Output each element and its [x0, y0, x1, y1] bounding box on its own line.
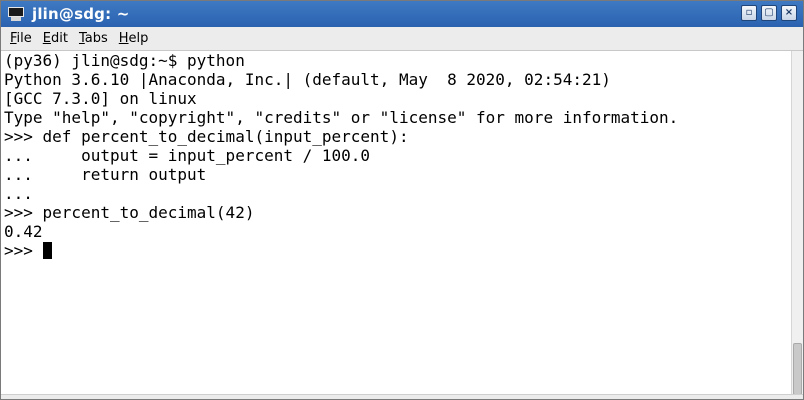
terminal-prompt-line[interactable]: >>> — [4, 241, 789, 260]
terminal-icon — [7, 7, 25, 21]
minimize-icon: ▫ — [745, 7, 753, 18]
terminal-line: Python 3.6.10 |Anaconda, Inc.| (default,… — [4, 70, 611, 89]
text-cursor — [42, 242, 52, 259]
terminal-line: ... output = input_percent / 100.0 — [4, 146, 371, 165]
window-bottom-border — [1, 394, 803, 399]
terminal-window: jlin@sdg: ~ ▫ ▢ × File Edit Tabs Help (p… — [0, 0, 804, 400]
window-title: jlin@sdg: ~ — [32, 5, 130, 23]
menu-bar: File Edit Tabs Help — [1, 27, 803, 51]
menu-file[interactable]: File — [5, 31, 37, 46]
scrollbar-thumb[interactable] — [793, 343, 802, 395]
close-button[interactable]: × — [781, 5, 797, 21]
vertical-scrollbar[interactable] — [791, 51, 803, 395]
menu-edit-mnemonic: E — [42, 31, 51, 46]
terminal-line: (py36) jlin@sdg:~$ python — [4, 51, 245, 70]
terminal-line: >>> percent_to_decimal(42) — [4, 203, 255, 222]
maximize-button[interactable]: ▢ — [761, 5, 777, 21]
menu-edit[interactable]: Edit — [38, 31, 73, 46]
menu-help-label: elp — [128, 31, 149, 46]
close-icon: × — [784, 7, 794, 18]
menu-help[interactable]: Help — [114, 31, 154, 46]
window-controls: ▫ ▢ × — [741, 5, 797, 21]
terminal-line: >>> def percent_to_decimal(input_percent… — [4, 127, 409, 146]
terminal-line: 0.42 — [4, 222, 43, 241]
python-prompt: >>> — [4, 241, 43, 260]
maximize-icon: ▢ — [764, 7, 774, 18]
terminal-line: [GCC 7.3.0] on linux — [4, 89, 197, 108]
menu-edit-label: dit — [51, 31, 68, 46]
terminal-line: ... return output — [4, 165, 207, 184]
terminal-line: Type "help", "copyright", "credits" or "… — [4, 108, 679, 127]
title-bar[interactable]: jlin@sdg: ~ ▫ ▢ × — [1, 1, 803, 27]
menu-help-mnemonic: H — [118, 31, 129, 46]
minimize-button[interactable]: ▫ — [741, 5, 757, 21]
menu-tabs[interactable]: Tabs — [74, 31, 113, 46]
menu-file-label: ile — [16, 31, 32, 46]
menu-tabs-label: abs — [84, 31, 108, 46]
terminal-output[interactable]: (py36) jlin@sdg:~$ python Python 3.6.10 … — [1, 51, 789, 395]
terminal-line: ... — [4, 184, 33, 203]
